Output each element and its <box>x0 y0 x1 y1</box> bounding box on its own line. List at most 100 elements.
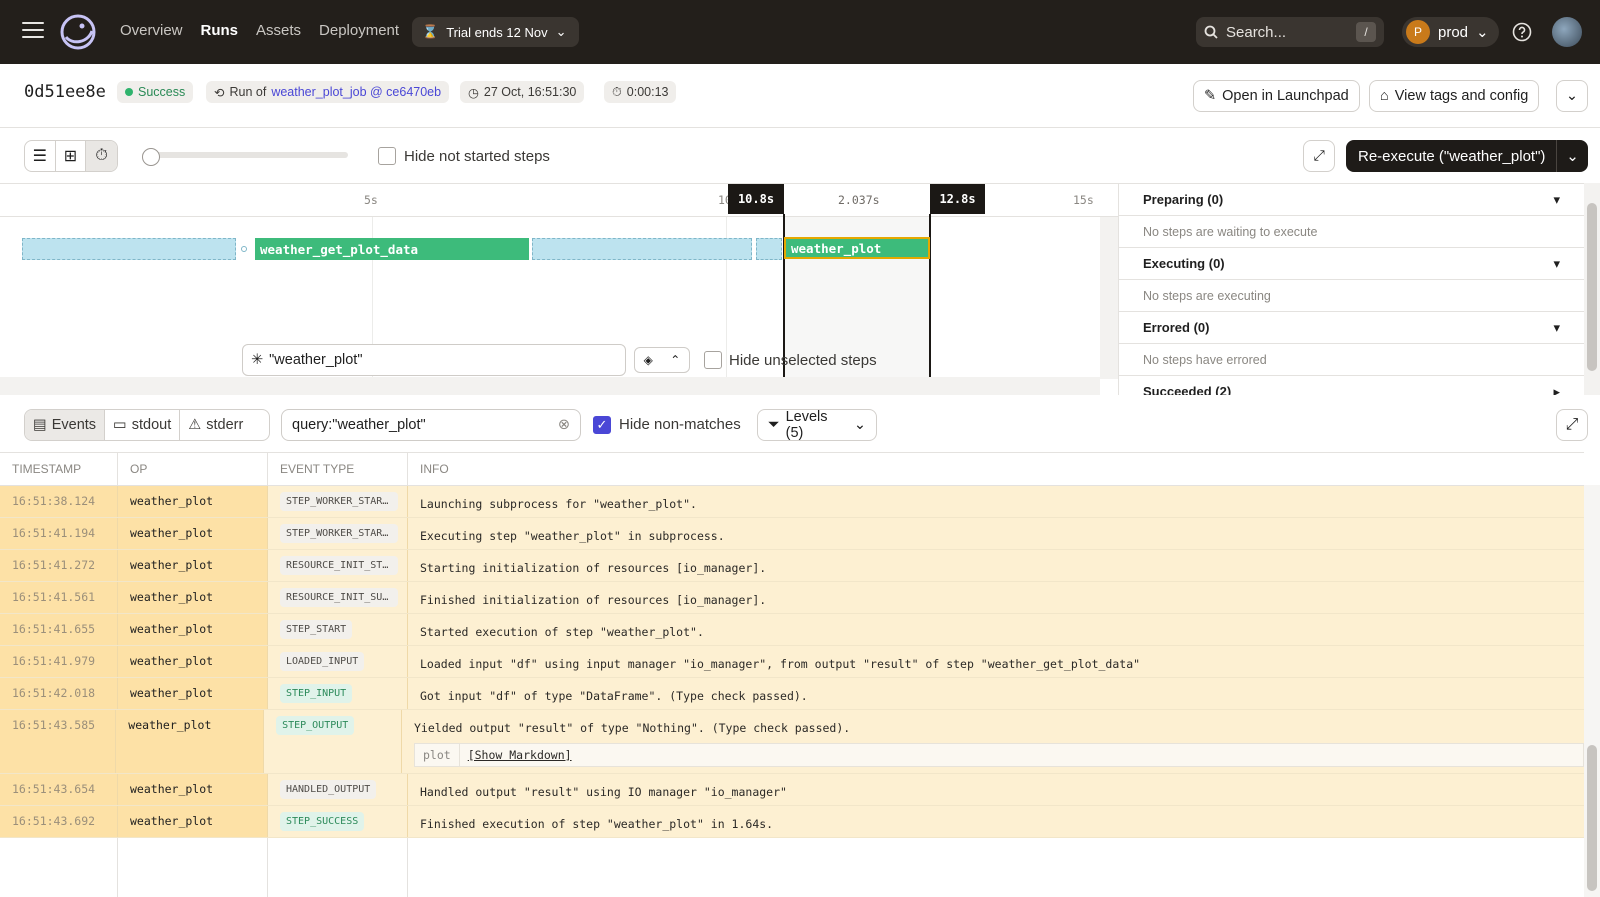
table-body: 16:51:38.124 weather_plot STEP_WORKER_STAR… <box>0 486 1584 897</box>
executing-label: Executing (0) <box>1143 256 1225 271</box>
step-bar-weather-plot[interactable]: weather_plot <box>784 237 930 259</box>
dagster-logo[interactable] <box>58 13 98 51</box>
table-row[interactable]: 16:51:41.979 weather_plot LOADED_INPUT Load… <box>0 646 1584 678</box>
preparing-header[interactable]: Preparing (0) ▾ <box>1119 184 1584 216</box>
nav-overview[interactable]: Overview <box>120 22 183 39</box>
nav-deployment[interactable]: Deployment <box>319 22 399 39</box>
cell-op[interactable]: weather_plot <box>118 582 268 613</box>
tab-stdout[interactable]: ▭ stdout <box>105 410 181 440</box>
timer-view-icon[interactable]: ⏱ <box>86 141 117 171</box>
table-row[interactable]: 16:51:38.124 weather_plot STEP_WORKER_STAR… <box>0 486 1584 518</box>
hide-unselected-checkbox[interactable] <box>704 351 722 369</box>
cell-op[interactable]: weather_plot <box>118 678 268 709</box>
selection-stepper[interactable]: ◈ ⌃ <box>634 347 690 373</box>
view-tags-button[interactable]: ⌂ View tags and config <box>1369 80 1540 112</box>
clear-icon[interactable]: ⊗ <box>558 417 570 433</box>
table-row[interactable]: 16:51:42.018 weather_plot STEP_INPUT Got in… <box>0 678 1584 710</box>
status-panel-scrollbar[interactable] <box>1584 183 1600 395</box>
cell-timestamp: 16:51:41.272 <box>0 550 118 581</box>
cell-op[interactable]: weather_plot <box>118 486 268 517</box>
cell-op[interactable]: weather_plot <box>118 550 268 581</box>
table-row[interactable]: 16:51:41.561 weather_plot RESOURCE_INIT_SU… <box>0 582 1584 614</box>
succeeded-header[interactable]: Succeeded (2) ▸ <box>1119 376 1584 396</box>
log-table-scrollbar[interactable] <box>1584 485 1600 897</box>
cell-op[interactable]: weather_plot <box>118 774 268 805</box>
zoom-slider-handle[interactable] <box>142 148 160 166</box>
help-icon[interactable] <box>1512 22 1532 42</box>
cell-op[interactable]: weather_plot <box>118 806 268 837</box>
more-actions-button[interactable]: ⌄ <box>1556 80 1588 112</box>
table-row[interactable]: 16:51:43.585 weather_plot STEP_OUTPUT Yield… <box>0 710 1584 774</box>
succeeded-label: Succeeded (2) <box>1143 384 1232 395</box>
executing-header[interactable]: Executing (0) ▾ <box>1119 248 1584 280</box>
cell-info: Handled output "result" using IO manager… <box>408 774 1584 805</box>
hide-non-matches-label: Hide non-matches <box>619 416 741 433</box>
cell-timestamp: 16:51:41.194 <box>0 518 118 549</box>
table-row[interactable]: 16:51:43.654 weather_plot HANDLED_OUTPUT Ha… <box>0 774 1584 806</box>
zoom-slider-track[interactable] <box>142 152 348 158</box>
trial-badge[interactable]: ⌛ Trial ends 12 Nov ⌄ <box>412 17 579 47</box>
chevron-up-icon[interactable]: ⌃ <box>670 353 680 367</box>
hourglass-icon: ⌛ <box>422 24 439 39</box>
reexecute-button[interactable]: Re-execute ("weather_plot") ⌄ <box>1346 140 1588 172</box>
search-input[interactable]: Search... / <box>1196 17 1384 47</box>
deployment-switcher[interactable]: P prod ⌄ <box>1402 17 1499 47</box>
step-bar-pending <box>756 238 782 260</box>
scroll-thumb[interactable] <box>1587 745 1597 891</box>
pencil-icon: ✎ <box>1204 88 1217 104</box>
job-tag[interactable]: ⟲ Run of weather_plot_job @ ce6470eb <box>206 81 450 103</box>
success-dot-icon <box>125 88 133 96</box>
levels-filter-button[interactable]: ⏷ Levels (5) ⌄ <box>757 409 877 441</box>
cell-event-type: LOADED_INPUT <box>268 646 408 677</box>
table-empty-space <box>0 838 1584 897</box>
nav-runs[interactable]: Runs <box>201 22 239 39</box>
cell-op[interactable]: weather_plot <box>118 646 268 677</box>
layers-icon[interactable]: ◈ <box>644 353 653 367</box>
step-dot <box>241 246 247 252</box>
marker-duration: 2.037s <box>838 193 880 207</box>
table-row[interactable]: 16:51:41.272 weather_plot RESOURCE_INIT_ST… <box>0 550 1584 582</box>
errored-empty: No steps have errored <box>1119 344 1584 376</box>
list-view-icon[interactable]: ☰ <box>25 141 56 171</box>
expand-gantt-button[interactable]: ⤢ <box>1303 140 1335 172</box>
column-header-event-type[interactable]: EVENT TYPE <box>268 453 408 485</box>
hide-not-started-checkbox[interactable] <box>378 147 396 165</box>
gantt-vscroll[interactable] <box>1100 217 1118 379</box>
scroll-thumb[interactable] <box>1587 203 1597 371</box>
job-link[interactable]: weather_plot_job @ ce6470eb <box>271 85 441 99</box>
column-header-info[interactable]: INFO <box>408 453 1584 485</box>
tab-stderr[interactable]: ⚠ stderr <box>180 410 251 440</box>
cell-event-type: STEP_INPUT <box>268 678 408 709</box>
cell-op[interactable]: weather_plot <box>118 614 268 645</box>
column-header-timestamp[interactable]: TIMESTAMP <box>0 453 118 485</box>
step-selection-input[interactable]: ✳ "weather_plot" <box>242 344 626 376</box>
show-markdown-link[interactable]: [Show Markdown] <box>460 748 580 762</box>
open-launchpad-button[interactable]: ✎ Open in Launchpad <box>1193 80 1360 112</box>
log-filter-input[interactable]: query:"weather_plot" ⊗ <box>281 409 581 441</box>
event-type-badge: STEP_OUTPUT <box>276 716 355 735</box>
graph-view-icon[interactable]: ⊞ <box>56 141 87 171</box>
cell-op[interactable]: weather_plot <box>116 710 265 773</box>
start-time: 27 Oct, 16:51:30 <box>483 85 577 99</box>
menu-icon[interactable] <box>22 22 44 40</box>
info-text: Executing step "weather_plot" in subproc… <box>420 529 725 543</box>
table-row[interactable]: 16:51:41.194 weather_plot STEP_WORKER_STAR… <box>0 518 1584 550</box>
hide-non-matches-checkbox[interactable]: ✓ <box>593 416 611 434</box>
cell-op[interactable]: weather_plot <box>118 518 268 549</box>
expand-logs-button[interactable]: ⤢ <box>1556 409 1588 441</box>
errored-header[interactable]: Errored (0) ▾ <box>1119 312 1584 344</box>
expand-icon: ⤢ <box>1565 416 1579 433</box>
step-bar-pending <box>532 238 752 260</box>
event-type-badge: LOADED_INPUT <box>280 652 365 671</box>
cell-event-type: STEP_WORKER_STARTING <box>268 486 408 517</box>
gantt-hscroll[interactable] <box>0 377 1100 395</box>
tab-events[interactable]: ▤ Events <box>25 410 106 440</box>
preparing-label: Preparing (0) <box>1143 192 1224 207</box>
column-header-op[interactable]: OP <box>118 453 268 485</box>
nav-assets[interactable]: Assets <box>256 22 301 39</box>
user-avatar[interactable] <box>1552 17 1582 47</box>
step-bar-weather-get-plot-data[interactable]: weather_get_plot_data <box>255 238 529 260</box>
chevron-down-icon[interactable]: ⌄ <box>1556 140 1588 172</box>
table-row[interactable]: 16:51:43.692 weather_plot STEP_SUCCESS Fini… <box>0 806 1584 838</box>
table-row[interactable]: 16:51:41.655 weather_plot STEP_START Starte… <box>0 614 1584 646</box>
